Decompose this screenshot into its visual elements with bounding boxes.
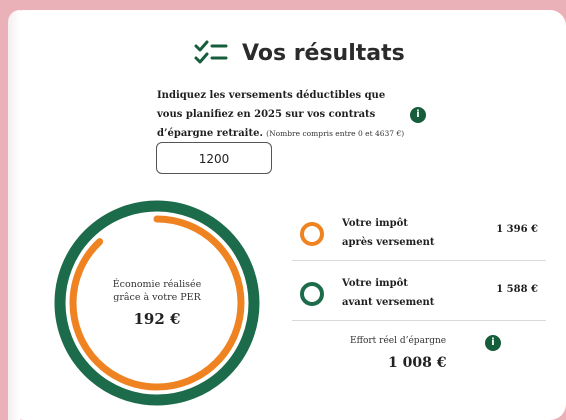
savings-amount-input[interactable]: 1200	[156, 142, 272, 174]
effort-label: Effort réel d’épargne	[350, 336, 447, 346]
gauge-value: 192 €	[133, 310, 181, 328]
effort-value: 1 008 €	[388, 355, 447, 371]
info-icon[interactable]: i	[410, 107, 426, 123]
tax-after-row: Votre impôt après versement 1 396 €	[298, 214, 546, 254]
checklist-icon	[194, 40, 228, 64]
tax-before-row: Votre impôt avant versement 1 588 €	[298, 274, 546, 314]
orange-ring-icon	[300, 222, 324, 246]
divider	[292, 260, 546, 261]
gauge-label: Économie réalisée grâce à votre PER	[112, 279, 202, 303]
results-header: Vos résultats	[194, 38, 405, 68]
info-icon[interactable]: i	[485, 335, 501, 351]
page-title: Vos résultats	[242, 40, 405, 66]
gauge-center: Économie réalisée grâce à votre PER 192 …	[54, 278, 260, 328]
green-ring-icon	[300, 282, 324, 306]
card-edge-shade	[8, 10, 20, 420]
tax-before-value: 1 588 €	[496, 284, 538, 295]
tax-after-label: Votre impôt après versement	[342, 218, 435, 248]
tax-before-label: Votre impôt avant versement	[342, 278, 435, 308]
tax-after-value: 1 396 €	[496, 224, 538, 235]
divider	[292, 320, 546, 321]
